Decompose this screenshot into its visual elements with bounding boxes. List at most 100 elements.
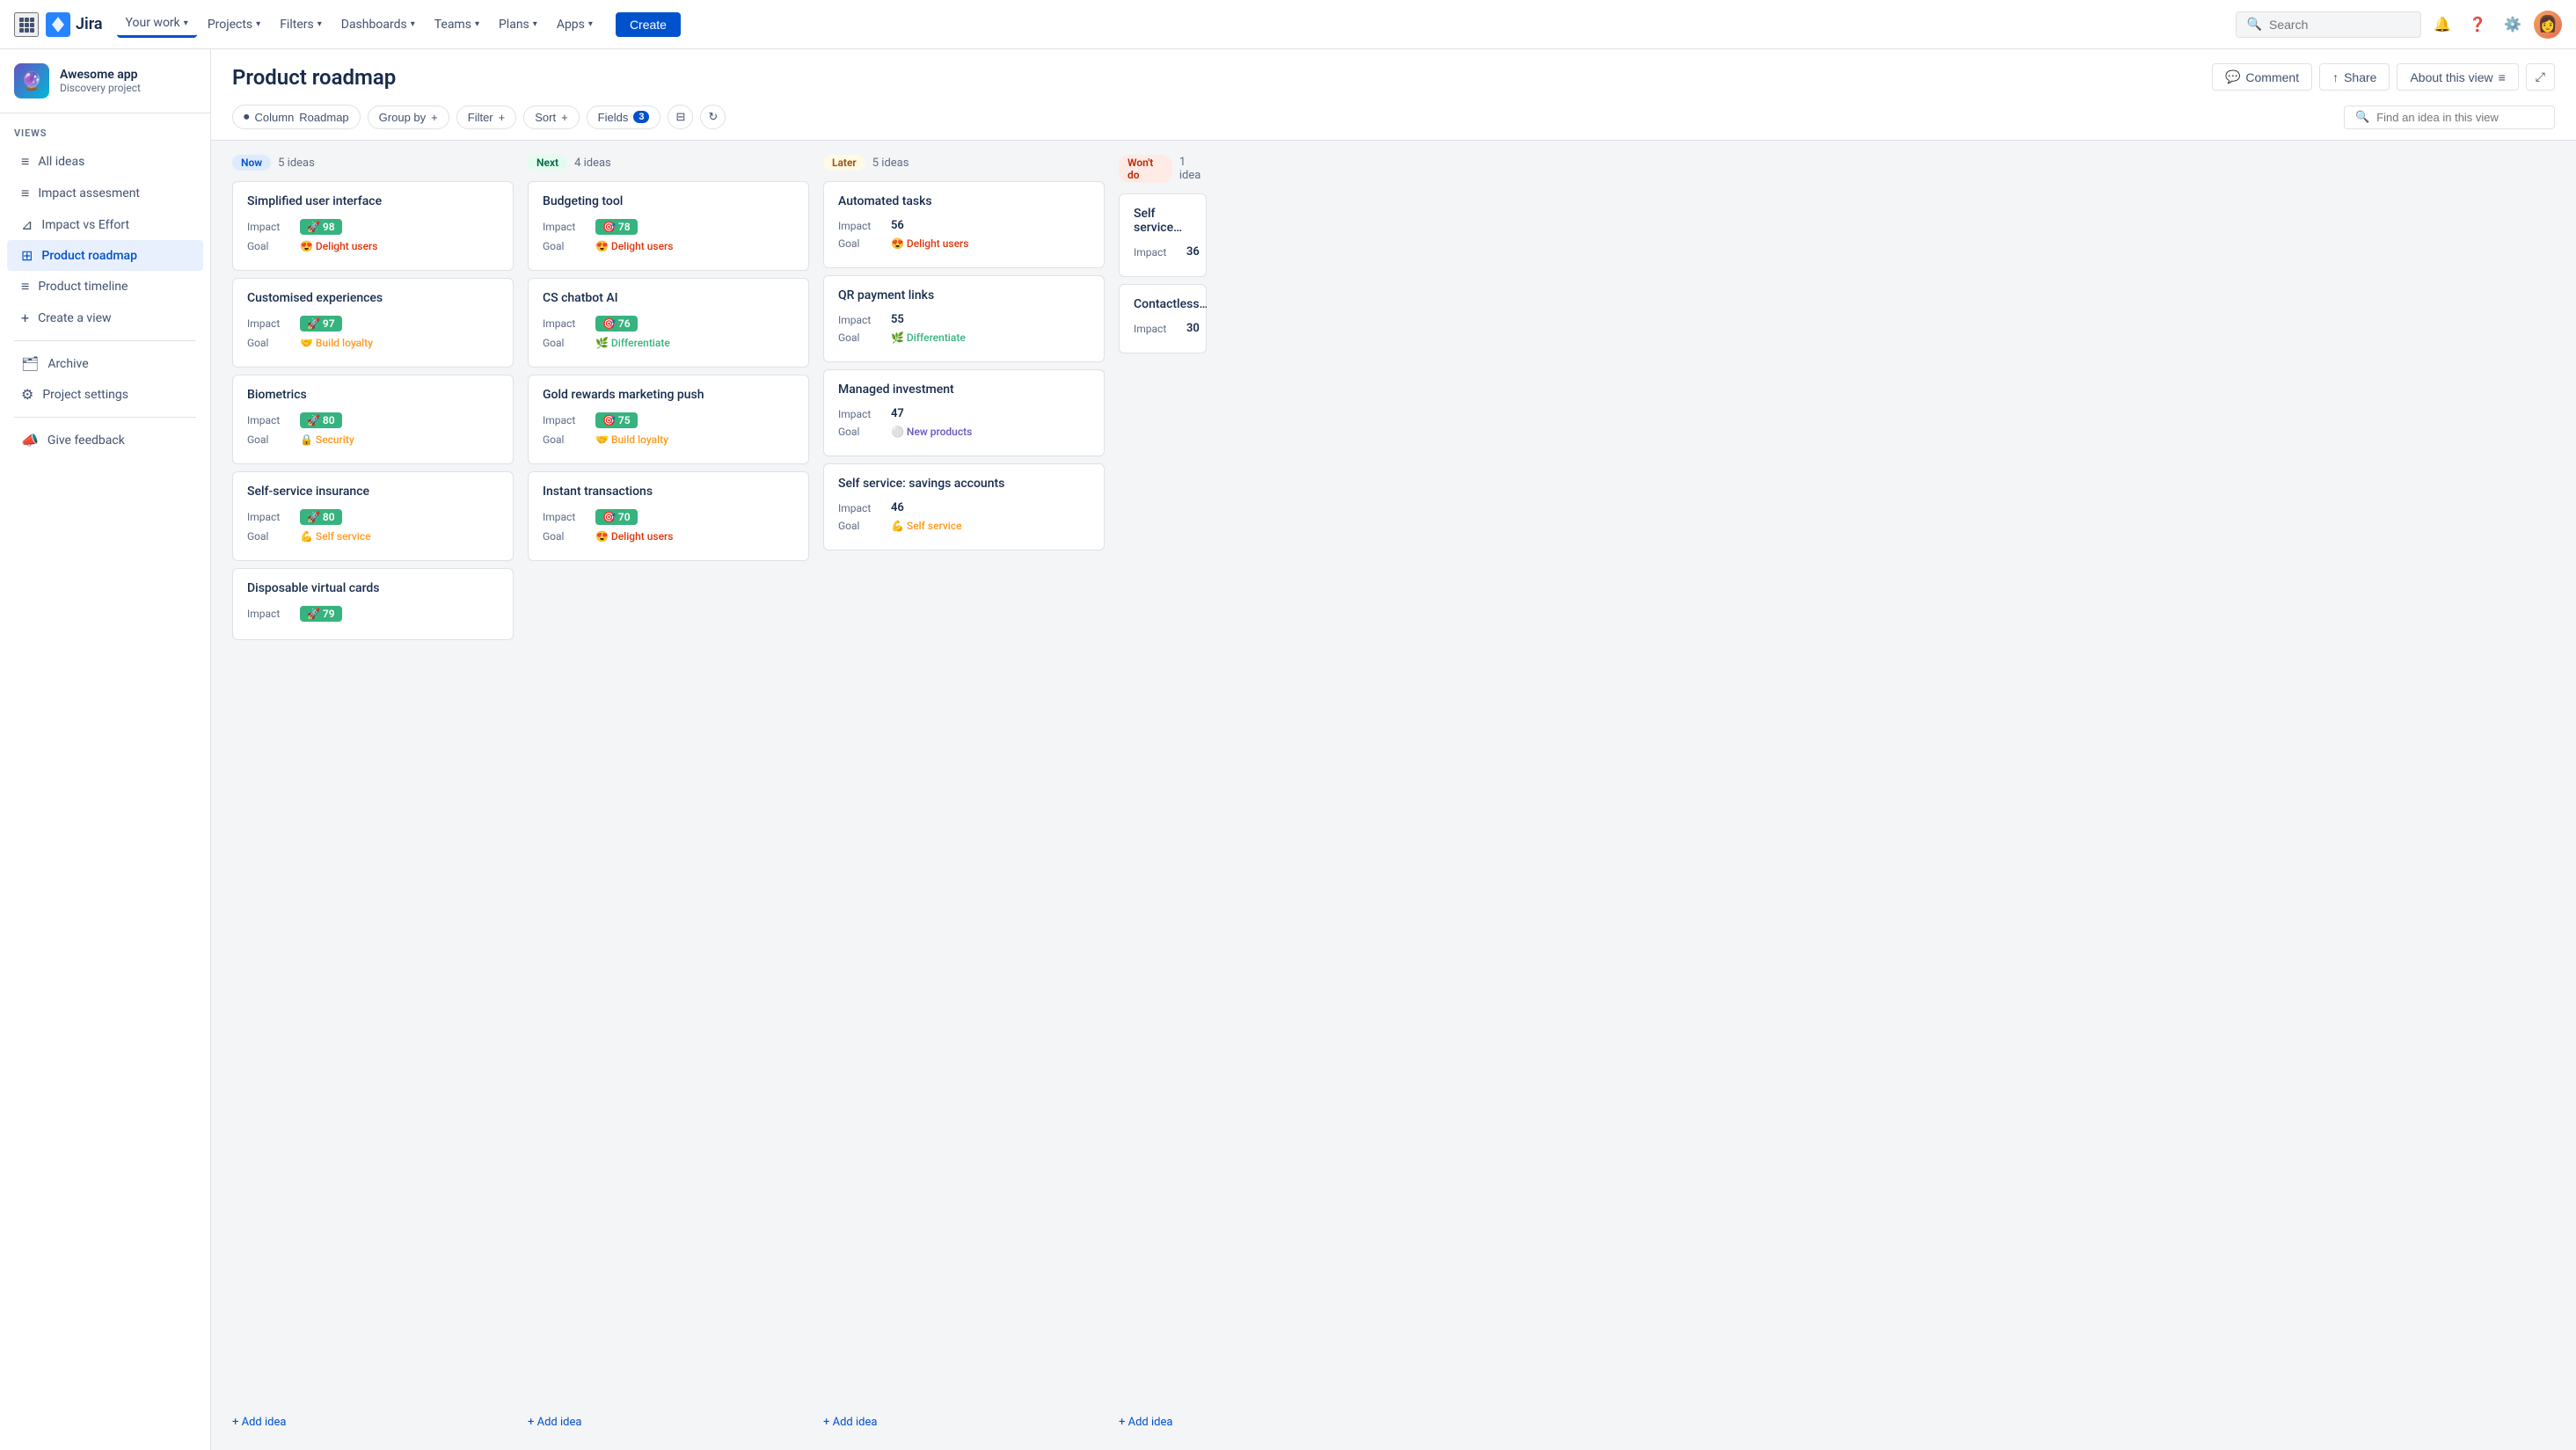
card-goal-row: Goal😍 Delight users — [838, 237, 1090, 250]
impact-label: Impact — [247, 608, 300, 620]
group-by-button[interactable]: Group by + — [368, 106, 449, 129]
search-icon: 🔍 — [2355, 111, 2369, 124]
create-button[interactable]: Create — [616, 12, 681, 37]
fields-button[interactable]: Fields 3 — [587, 106, 661, 129]
search-icon: 🔍 — [2247, 18, 2262, 32]
card[interactable]: Automated tasksImpact56Goal😍 Delight use… — [823, 181, 1105, 268]
card-title: Managed investment — [838, 383, 1090, 397]
avatar[interactable]: 👩 — [2534, 11, 2562, 39]
column-now: Now5 ideasSimplified user interfaceImpac… — [232, 155, 514, 1436]
divider — [14, 340, 196, 341]
impact-label: Impact — [247, 221, 300, 233]
card-goal-row: Goal💪 Self service — [838, 520, 1090, 532]
card[interactable]: Budgeting toolImpact🎯 78Goal😍 Delight us… — [528, 181, 809, 271]
comment-button[interactable]: 💬 Comment — [2212, 63, 2312, 91]
impact-value: 47 — [891, 407, 904, 420]
card-goal-row: Goal🔒 Security — [247, 434, 499, 446]
settings-icon[interactable]: ⚙️ — [2499, 11, 2527, 39]
card[interactable]: QR payment linksImpact55Goal🌿 Differenti… — [823, 275, 1105, 362]
help-icon[interactable]: ❓ — [2463, 11, 2492, 39]
sidebar-create-view[interactable]: + Create a view — [7, 302, 203, 333]
nav-teams[interactable]: Teams ▾ — [426, 12, 488, 37]
idea-search[interactable]: 🔍 — [2344, 106, 2555, 129]
card[interactable]: Disposable virtual cardsImpact🚀 79 — [232, 568, 514, 640]
sidebar: 🔮 Awesome app Discovery project VIEWS ≡ … — [0, 49, 211, 1450]
impact-value: 🎯 78 — [595, 219, 638, 235]
card[interactable]: Contactless…Impact30 — [1119, 284, 1207, 353]
column-button[interactable]: ⏺ Column Roadmap — [232, 105, 361, 129]
goal-label: Goal — [838, 426, 891, 438]
nav-projects[interactable]: Projects ▾ — [199, 12, 269, 37]
card-impact-row: Impact55 — [838, 313, 1090, 326]
card[interactable]: CS chatbot AIImpact🎯 76Goal🌿 Differentia… — [528, 278, 809, 368]
sidebar-item-impact-vs-effort[interactable]: ⊿ Impact vs Effort — [7, 209, 203, 240]
nav-filters[interactable]: Filters ▾ — [271, 12, 331, 37]
search-input[interactable] — [2269, 18, 2410, 32]
sidebar-item-product-roadmap[interactable]: ⊞ Product roadmap — [7, 240, 203, 271]
add-idea-button[interactable]: + Add idea — [823, 1409, 1105, 1436]
sidebar-item-all-ideas[interactable]: ≡ All ideas — [7, 146, 203, 178]
jira-logo[interactable]: Jira — [46, 12, 103, 37]
card[interactable]: Self-service insuranceImpact🚀 80Goal💪 Se… — [232, 471, 514, 561]
impact-label: Impact — [543, 511, 595, 523]
goal-value: 😍 Delight users — [891, 237, 968, 250]
sidebar-give-feedback[interactable]: 📣 Give feedback — [7, 425, 203, 455]
column-later: Later5 ideas Automated tasksImpact56Goal😍… — [823, 155, 1105, 1436]
card-impact-row: Impact🎯 75 — [543, 412, 794, 428]
add-idea-button[interactable]: + Add idea — [1119, 1409, 1207, 1436]
goal-label: Goal — [247, 337, 300, 349]
sidebar-item-impact-assessment[interactable]: ≡ Impact assesment — [7, 178, 203, 209]
card-goal-row: Goal😍 Delight users — [543, 530, 794, 543]
card[interactable]: Customised experiencesImpact🚀 97Goal🤝 Bu… — [232, 278, 514, 368]
column-tag: Next — [528, 155, 567, 171]
card[interactable]: Gold rewards marketing push Impact🎯 75 Goa… — [528, 375, 809, 464]
nav-dashboards[interactable]: Dashboards ▾ — [332, 12, 424, 37]
grid-icon[interactable] — [14, 12, 39, 37]
card[interactable]: Managed investmentImpact47Goal⚪ New prod… — [823, 369, 1105, 456]
nav-apps[interactable]: Apps ▾ — [548, 12, 602, 37]
auto-sort-button[interactable]: ↻ — [700, 105, 726, 129]
filter-button[interactable]: Filter + — [456, 106, 516, 129]
nav-plans[interactable]: Plans ▾ — [490, 12, 546, 37]
card[interactable]: Self service…Impact36 — [1119, 193, 1207, 277]
impact-value: 🚀 79 — [300, 606, 342, 622]
goal-value: 😍 Delight users — [300, 240, 377, 252]
card-impact-row: Impact🎯 70 — [543, 509, 794, 525]
chevron-icon: ▾ — [533, 19, 537, 29]
idea-search-input[interactable] — [2376, 111, 2535, 124]
chevron-icon: ▾ — [588, 19, 593, 29]
sidebar-item-product-timeline[interactable]: ≡ Product timeline — [7, 271, 203, 302]
card-title: Gold rewards marketing push — [543, 388, 794, 402]
impact-value: 56 — [891, 219, 904, 232]
list-icon: ≡ — [21, 278, 29, 295]
share-button[interactable]: ↑ Share — [2319, 63, 2390, 91]
card-title: Self service: savings accounts — [838, 477, 1090, 491]
impact-label: Impact — [247, 317, 300, 330]
view-options-button[interactable]: ⊟ — [668, 105, 693, 129]
sidebar-archive[interactable]: 🗂 Archive — [7, 348, 203, 379]
column-count: 1 idea — [1179, 156, 1207, 182]
about-view-button[interactable]: About this view ≡ — [2397, 63, 2518, 91]
search-bar[interactable]: 🔍 — [2236, 11, 2421, 38]
card-title: Simplified user interface — [247, 194, 499, 208]
card-title: Budgeting tool — [543, 194, 794, 208]
card-goal-row: Goal🌿 Differentiate — [838, 332, 1090, 344]
notifications-icon[interactable]: 🔔 — [2428, 11, 2456, 39]
card[interactable]: Simplified user interfaceImpact🚀 98Goal😍… — [232, 181, 514, 271]
sidebar-project-settings[interactable]: ⚙ Project settings — [7, 379, 203, 410]
impact-label: Impact — [838, 502, 891, 514]
add-idea-button[interactable]: + Add idea — [528, 1409, 809, 1436]
column-header-later: Later5 ideas — [823, 155, 1105, 171]
card[interactable]: Instant transactionsImpact🎯 70Goal😍 Deli… — [528, 471, 809, 561]
card-impact-row: Impact30 — [1134, 322, 1192, 335]
card[interactable]: BiometricsImpact🚀 80Goal🔒 Security — [232, 375, 514, 464]
card-goal-row: Goal😍 Delight users — [543, 240, 794, 252]
card[interactable]: Self service: savings accountsImpact46Go… — [823, 463, 1105, 550]
expand-button[interactable]: ⤢ — [2526, 63, 2555, 91]
impact-value: 🚀 97 — [300, 316, 342, 332]
nav-your-work[interactable]: Your work ▾ — [117, 11, 197, 38]
sort-button[interactable]: Sort + — [523, 106, 579, 129]
goal-label: Goal — [543, 434, 595, 446]
add-idea-button[interactable]: + Add idea — [232, 1409, 514, 1436]
card-impact-row: Impact🚀 97 — [247, 316, 499, 332]
